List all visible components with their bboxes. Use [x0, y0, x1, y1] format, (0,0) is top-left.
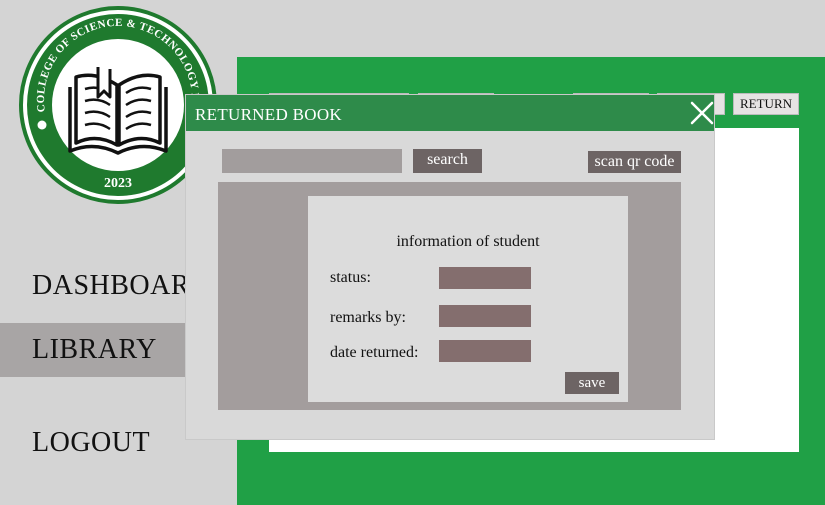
search-button[interactable]: search — [413, 149, 482, 173]
student-info-card: information of student status: remarks b… — [308, 196, 628, 402]
date-returned-label: date returned: — [330, 344, 419, 361]
save-button[interactable]: save — [565, 372, 619, 394]
close-icon[interactable] — [689, 100, 715, 126]
remarks-label: remarks by: — [330, 309, 406, 326]
status-field[interactable] — [439, 267, 531, 289]
modal-header: RETURNED BOOK — [186, 95, 714, 131]
sidebar-item-library[interactable]: LIBRARY — [0, 323, 186, 377]
scan-qr-button[interactable]: scan qr code — [588, 151, 681, 173]
modal-title: RETURNED BOOK — [195, 105, 342, 124]
returned-book-modal: RETURNED BOOK search scan qr code inform… — [186, 95, 714, 439]
tab-return[interactable]: RETURN — [733, 93, 799, 115]
remarks-field[interactable] — [439, 305, 531, 327]
info-title: information of student — [396, 233, 540, 250]
status-label: status: — [330, 269, 371, 286]
date-returned-field[interactable] — [439, 340, 531, 362]
search-input[interactable] — [222, 149, 402, 173]
logo-year: 2023 — [104, 176, 132, 191]
